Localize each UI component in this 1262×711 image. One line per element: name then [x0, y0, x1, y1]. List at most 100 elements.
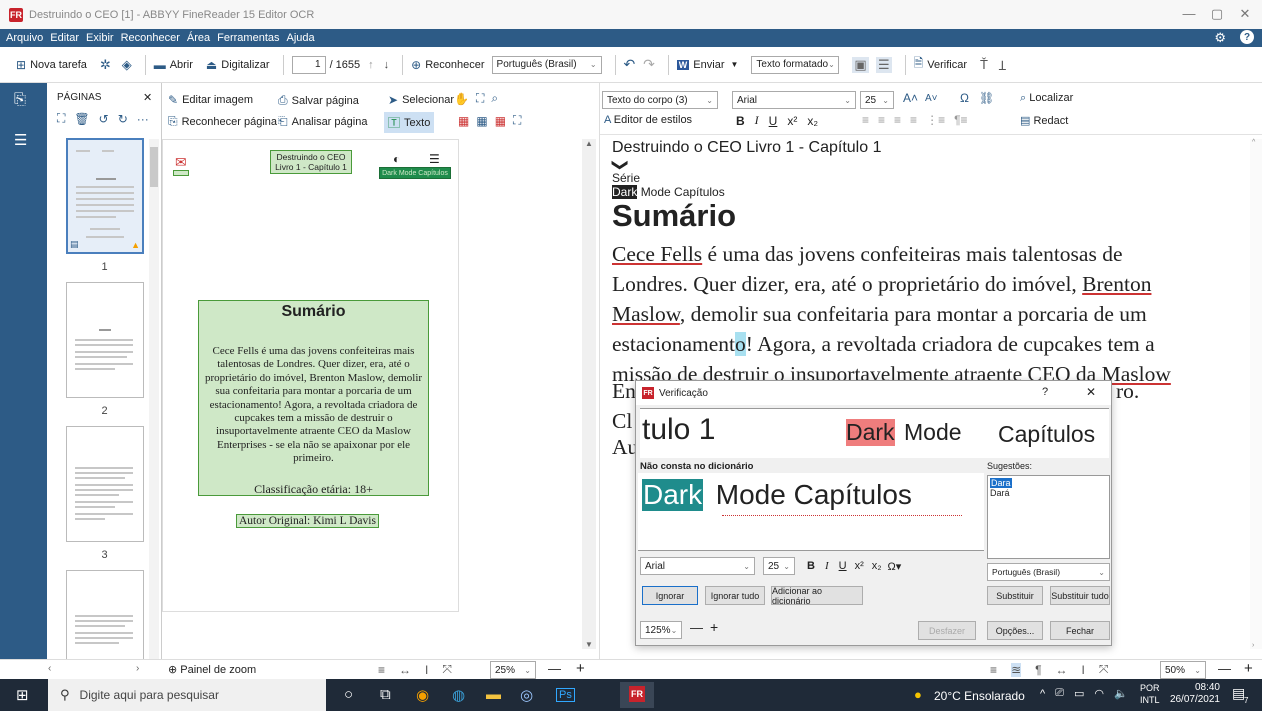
- align-center-icon[interactable]: ≡: [878, 113, 885, 127]
- text-pane-scrollbar[interactable]: ^ ›: [1250, 139, 1262, 649]
- zoom-panel-button[interactable]: ⊕ Painel de zoom: [168, 663, 256, 676]
- gear-icon[interactable]: ✲: [100, 57, 111, 73]
- dark-mode-area[interactable]: Dark Mode Capítulos: [379, 167, 451, 179]
- barcode-area-icon[interactable]: ⛶: [513, 113, 521, 128]
- scroll-up-icon[interactable]: ▲: [585, 139, 593, 148]
- app-icon-blue[interactable]: ◍: [452, 686, 465, 704]
- volume-icon[interactable]: 🔈: [1114, 687, 1128, 700]
- close-window-button[interactable]: ✕: [1232, 6, 1258, 22]
- dialog-underline-icon[interactable]: U: [839, 560, 847, 572]
- style-editor-button[interactable]: A Editor de estilos: [604, 114, 692, 126]
- dialog-font-select[interactable]: Arial ⌄: [640, 557, 755, 575]
- doc-summary-title[interactable]: Sumário: [612, 198, 736, 234]
- tray-chevron-icon[interactable]: ^: [1040, 688, 1045, 700]
- italic-icon[interactable]: I: [755, 113, 759, 128]
- ignore-all-button[interactable]: Ignorar tudo: [705, 586, 765, 605]
- chrome-icon[interactable]: ◉: [416, 686, 429, 704]
- dialog-italic-icon[interactable]: I: [825, 560, 829, 572]
- dialog-size-select[interactable]: 25 ⌄: [763, 557, 795, 575]
- hand-icon[interactable]: ✋: [454, 92, 469, 106]
- dialog-zoom-select[interactable]: 125% ⌄: [640, 621, 682, 639]
- menu-area[interactable]: Área: [187, 32, 210, 44]
- body-line-6-end[interactable]: ro.: [1116, 379, 1139, 404]
- font-select[interactable]: Arial ⌄: [732, 91, 856, 109]
- options-button[interactable]: Opções...: [987, 621, 1043, 640]
- shrink-font-icon[interactable]: A˅: [925, 93, 938, 104]
- text-mode-select[interactable]: Texto formatado ⌄: [751, 55, 840, 74]
- fit-page-icon[interactable]: ≡: [378, 663, 385, 677]
- add-to-dictionary-button[interactable]: Adicionar ao dicionário: [771, 586, 863, 606]
- menu-ajuda[interactable]: Ajuda: [287, 32, 315, 44]
- open-button[interactable]: ▬ Abrir: [154, 58, 193, 72]
- pages-close-button[interactable]: ✕: [143, 91, 152, 104]
- suggestion-item-1[interactable]: Dara: [990, 478, 1107, 488]
- settings-gear-icon[interactable]: ⚙: [1214, 30, 1226, 46]
- doc-heading[interactable]: Destruindo o CEO Livro 1 - Capítulo 1: [612, 139, 881, 157]
- network-icon[interactable]: ⎚: [1055, 687, 1064, 700]
- undo-icon[interactable]: ↶: [624, 56, 636, 73]
- paragraph-marks-icon[interactable]: ¶≡: [954, 113, 967, 127]
- minimize-button[interactable]: —: [1176, 6, 1202, 21]
- table-area-icon[interactable]: ▦: [476, 114, 487, 128]
- dialog-language-select[interactable]: Português (Brasil) ⌄: [987, 563, 1110, 581]
- page-thumbnail-3[interactable]: [66, 426, 144, 542]
- doc-serie[interactable]: Série: [612, 171, 640, 185]
- select-tool-button[interactable]: ➤ Selecionar: [388, 93, 454, 107]
- windows-start-icon[interactable]: ⊞: [16, 686, 29, 704]
- file-explorer-icon[interactable]: ▬: [486, 686, 501, 703]
- body-line-6-start[interactable]: En: [612, 379, 636, 404]
- page-thumbnail-1[interactable]: ▤ ▲: [66, 138, 144, 254]
- scroll-right-icon[interactable]: ›: [1252, 642, 1254, 649]
- crop-icon[interactable]: ⛶: [476, 91, 484, 106]
- text-tool-icon[interactable]: Ť: [980, 57, 988, 72]
- recognize-page-button[interactable]: ⎘ Reconhecer página: [168, 114, 277, 129]
- fit-page-icon[interactable]: ≡: [990, 663, 997, 677]
- page-thumbnail-2[interactable]: [66, 282, 144, 398]
- link-icon[interactable]: ⛓: [979, 91, 994, 105]
- text-area-tool-button[interactable]: 🅃 Texto: [384, 112, 435, 133]
- help-icon[interactable]: ?: [1240, 30, 1254, 44]
- show-paragraph-icon[interactable]: ¶: [1035, 663, 1041, 677]
- rotate-left-icon[interactable]: ↺: [99, 112, 109, 126]
- underline-icon[interactable]: U: [769, 114, 778, 128]
- pages-scroll-left-icon[interactable]: ‹: [48, 663, 51, 674]
- zoom-area-icon[interactable]: ⌕: [491, 91, 498, 106]
- menu-reconhecer[interactable]: Reconhecer: [121, 32, 180, 44]
- app-icon-circle[interactable]: ◎: [520, 686, 533, 704]
- doc-dark-mode-line[interactable]: Dark Mode Capítulos: [612, 185, 725, 199]
- dialog-superscript-icon[interactable]: x²: [855, 560, 864, 572]
- dialog-help-button[interactable]: ?: [1042, 386, 1048, 398]
- prev-page-icon[interactable]: ↑: [368, 59, 374, 71]
- rotate-right-icon[interactable]: ↻: [118, 112, 128, 126]
- taskbar-search-box[interactable]: ⚲ Digite aqui para pesquisar: [48, 679, 326, 711]
- redact-button[interactable]: ▤ Redact: [1020, 114, 1068, 127]
- scroll-down-icon[interactable]: ▼: [585, 640, 593, 649]
- dialog-subscript-icon[interactable]: x₂: [872, 560, 882, 572]
- suggestion-item-2[interactable]: Dará: [990, 488, 1107, 498]
- new-task-button[interactable]: ⊞ Nova tarefa: [16, 58, 87, 72]
- image-zoom-out-icon[interactable]: —: [548, 661, 561, 676]
- paragraph-style-select[interactable]: Texto do corpo (3) ⌄: [602, 91, 718, 109]
- layers-icon[interactable]: ◈: [122, 57, 132, 73]
- list-icon[interactable]: ⋮≡: [926, 113, 945, 127]
- edit-image-button[interactable]: ✎ Editar imagem: [168, 93, 253, 107]
- fit-height-icon[interactable]: Ι: [1082, 663, 1085, 677]
- fit-width-icon[interactable]: ↔: [1056, 663, 1068, 677]
- subscript-icon[interactable]: x₂: [807, 114, 818, 128]
- small-area[interactable]: [173, 170, 189, 176]
- redo-icon[interactable]: ↷: [643, 56, 655, 73]
- justify-icon[interactable]: ≡: [910, 113, 917, 127]
- special-char-icon[interactable]: Ω: [960, 91, 969, 105]
- image-zoom-in-icon[interactable]: +: [576, 660, 585, 677]
- word-edit-area[interactable]: Dark Mode Capítulos: [638, 473, 984, 551]
- wifi-icon[interactable]: ◠: [1094, 687, 1104, 700]
- text-zoom-out-icon[interactable]: —: [1218, 661, 1231, 676]
- cortana-icon[interactable]: ○: [344, 686, 353, 703]
- dialog-close-button[interactable]: ✕: [1086, 385, 1096, 399]
- send-button[interactable]: W Enviar ▼: [676, 59, 738, 71]
- fit-width-icon[interactable]: ↔: [399, 663, 411, 677]
- doc-body[interactable]: Cece Fells é uma das jovens confeiteiras…: [612, 239, 1171, 389]
- superscript-icon[interactable]: x²: [787, 114, 797, 128]
- zoom-fit-icon[interactable]: ⤧: [442, 662, 452, 677]
- find-button[interactable]: ⌕ Localizar: [1020, 92, 1073, 105]
